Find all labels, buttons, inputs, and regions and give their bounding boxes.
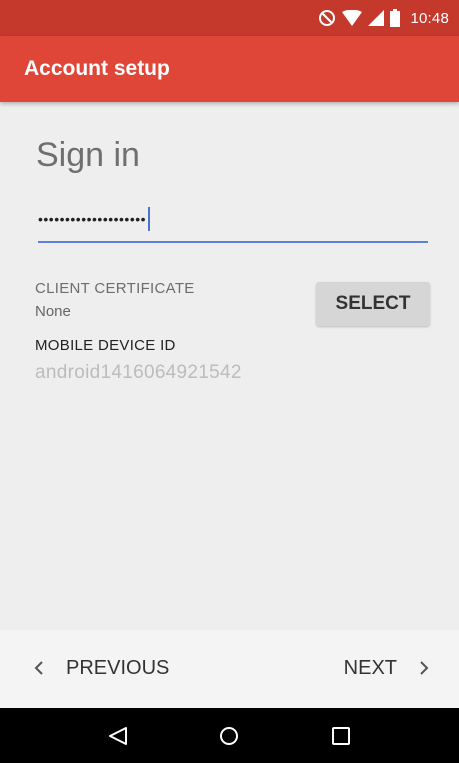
password-field[interactable]: •••••••••••••••••••• — [38, 197, 428, 243]
page-heading: Sign in — [36, 136, 140, 174]
chevron-right-icon — [419, 660, 429, 676]
text-cursor — [148, 207, 151, 231]
app-bar: Account setup — [0, 36, 459, 102]
wifi-icon — [342, 10, 363, 26]
system-nav-bar — [0, 708, 459, 763]
bottom-nav-bar: PREVIOUS NEXT — [0, 630, 459, 708]
mobile-device-id-value: android1416064921542 — [35, 362, 242, 383]
battery-icon — [390, 9, 401, 27]
app-title: Account setup — [24, 57, 170, 80]
status-bar: 10:48 — [0, 0, 459, 36]
previous-label: PREVIOUS — [66, 656, 170, 679]
next-label: NEXT — [343, 656, 397, 679]
home-icon[interactable] — [209, 716, 249, 756]
do-not-disturb-icon — [318, 9, 336, 27]
client-certificate-label: CLIENT CERTIFICATE — [35, 280, 195, 297]
back-icon[interactable] — [98, 716, 138, 756]
client-certificate-value: None — [35, 303, 71, 320]
recents-icon[interactable] — [321, 716, 361, 756]
signal-icon — [368, 10, 385, 26]
next-button[interactable]: NEXT — [344, 648, 429, 688]
password-value: •••••••••••••••••••• — [38, 211, 147, 227]
previous-button[interactable]: PREVIOUS — [34, 648, 169, 688]
status-time: 10:48 — [410, 9, 449, 27]
mobile-device-id-label: MOBILE DEVICE ID — [35, 337, 176, 354]
chevron-left-icon — [34, 660, 44, 676]
select-certificate-button[interactable]: SELECT — [316, 282, 430, 326]
account-setup-form: Sign in •••••••••••••••••••• CLIENT CERT… — [0, 102, 459, 630]
